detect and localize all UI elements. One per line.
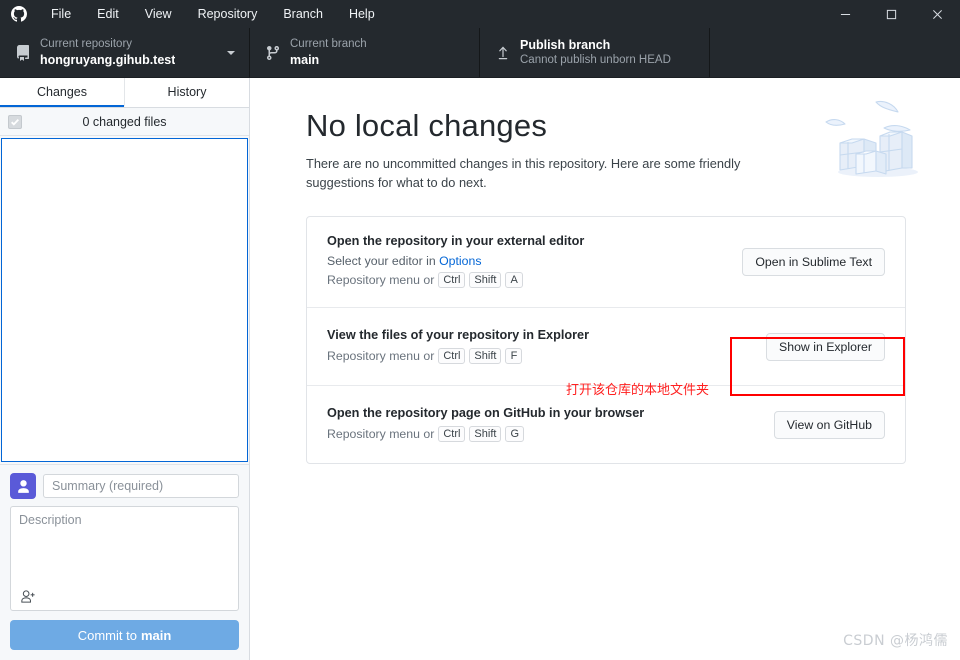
key-ctrl: Ctrl [438, 347, 466, 364]
tab-history[interactable]: History [124, 78, 249, 107]
commit-button-branch: main [140, 627, 172, 643]
annotation-label: 打开该仓库的本地文件夹 [566, 383, 710, 398]
menu-item-help[interactable]: Help [336, 3, 388, 25]
changed-files-list[interactable] [1, 138, 248, 462]
close-button[interactable] [914, 0, 960, 28]
page-subtitle: There are no uncommitted changes in this… [306, 156, 741, 190]
no-changes-pane: No local changes There are no uncommitte… [250, 78, 960, 660]
key-shift: Shift [469, 347, 502, 364]
current-repository-button[interactable]: Current repository hongruyang.gihub.test [0, 28, 250, 77]
card-menu-prefix-explorer: Repository menu or [327, 348, 435, 363]
card-menu-prefix-editor: Repository menu or [327, 273, 435, 287]
view-on-github-button[interactable]: View on GitHub [773, 410, 885, 439]
github-desktop-window: File Edit View Repository Branch Help Cu… [0, 0, 960, 660]
key-shift: Shift [469, 425, 502, 442]
current-repository-label: Current repository [40, 38, 133, 50]
card-shortcut-github: Repository menu or Ctrl Shift G [327, 424, 760, 444]
repo-icon [12, 44, 34, 61]
tab-changes[interactable]: Changes [0, 78, 124, 107]
changed-files-count: 0 changed files [82, 114, 167, 129]
publish-branch-button[interactable]: Publish branch Cannot publish unborn HEA… [480, 28, 710, 77]
current-branch-button[interactable]: Current branch main [250, 28, 480, 77]
menu-item-branch[interactable]: Branch [270, 3, 336, 25]
commit-description-input[interactable] [11, 507, 238, 610]
card-title-explorer: View the files of your repository in Exp… [327, 327, 590, 342]
commit-to-branch-button[interactable]: Commit to main [10, 620, 239, 650]
github-logo-icon [0, 6, 38, 22]
add-coauthor-icon[interactable] [18, 587, 38, 605]
app-toolbar: Current repository hongruyang.gihub.test… [0, 28, 960, 78]
suggestion-card-editor: Open the repository in your external edi… [307, 217, 905, 307]
key-a: A [505, 272, 523, 288]
toolbar-empty-area [710, 28, 960, 77]
commit-description-wrapper [10, 506, 239, 611]
maximize-button[interactable] [868, 0, 914, 28]
open-in-external-editor-button[interactable]: Open in Sublime Text [742, 248, 885, 276]
options-link[interactable]: Options [439, 254, 481, 268]
current-branch-label: Current branch [290, 38, 367, 50]
publish-branch-subtitle: Cannot publish unborn HEAD [520, 54, 671, 66]
card-title-editor: Open the repository in your external edi… [327, 234, 585, 248]
current-branch-value: main [290, 53, 320, 67]
changed-files-header: 0 changed files [0, 108, 249, 136]
key-ctrl: Ctrl [438, 272, 466, 288]
key-ctrl: Ctrl [438, 425, 466, 442]
window-controls [822, 0, 960, 28]
menu-item-view[interactable]: View [132, 3, 185, 25]
suggestion-cards: Open the repository in your external edi… [306, 216, 906, 464]
current-repository-value: hongruyang.gihub.test [40, 53, 176, 67]
card-title-github: Open the repository page on GitHub in yo… [327, 405, 645, 420]
publish-branch-title: Publish branch [520, 38, 611, 52]
card-shortcut-editor: Repository menu or Ctrl Shift A [327, 270, 728, 290]
card-desc-editor: Select your editor in Options [327, 252, 728, 270]
changes-sidebar: Changes History 0 changed files Summary … [0, 78, 250, 660]
card-menu-prefix-github: Repository menu or [327, 426, 435, 441]
commit-summary-row [10, 473, 239, 499]
watermark: CSDN @杨鸿儒 [843, 633, 948, 649]
key-g: G [505, 425, 524, 442]
key-f: F [505, 347, 523, 364]
minimize-button[interactable] [822, 0, 868, 28]
menu-bar: File Edit View Repository Branch Help [38, 3, 388, 25]
chevron-down-icon [225, 48, 237, 58]
card-shortcut-explorer: Repository menu or Ctrl Shift F [327, 346, 752, 366]
app-body: Changes History 0 changed files Summary … [0, 78, 960, 660]
card-desc-prefix-editor: Select your editor in [327, 254, 440, 268]
upload-icon [492, 45, 514, 61]
title-bar: File Edit View Repository Branch Help [0, 0, 960, 28]
commit-summary-input[interactable] [43, 474, 239, 498]
commit-form: Commit to main [0, 464, 249, 660]
menu-item-edit[interactable]: Edit [84, 3, 132, 25]
menu-item-file[interactable]: File [38, 3, 84, 25]
suggestion-card-explorer: View the files of your repository in Exp… [307, 307, 905, 385]
key-shift: Shift [469, 272, 502, 288]
menu-item-repository[interactable]: Repository [185, 3, 271, 25]
sidebar-tabs: Changes History [0, 78, 249, 108]
commit-button-prefix: Commit to [77, 627, 137, 643]
git-branch-icon [262, 45, 284, 61]
avatar [10, 473, 36, 499]
empty-state-illustration [818, 98, 938, 184]
show-in-explorer-button[interactable]: Show in Explorer [766, 332, 885, 361]
select-all-checkbox[interactable] [8, 114, 22, 129]
